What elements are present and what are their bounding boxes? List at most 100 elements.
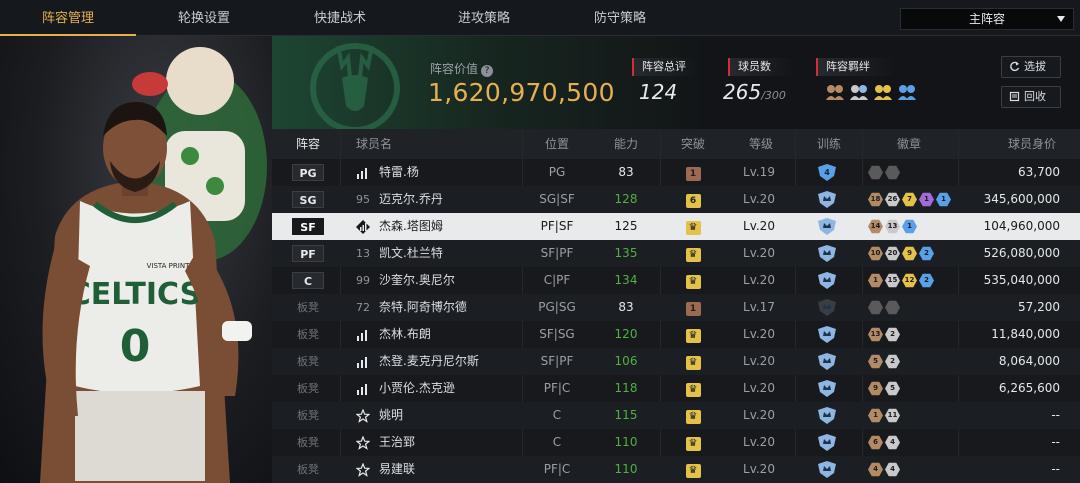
table-row[interactable]: SG 95 迈克尔.乔丹 SG|SF 128 6 Lv.20 18 26 7 1 1 345,600,0…	[272, 186, 1080, 213]
training-shield-icon	[817, 240, 841, 267]
training-shield-icon	[817, 456, 841, 483]
crown-icon: ♛	[685, 437, 701, 451]
col-player-value[interactable]: 球员身价	[1008, 129, 1056, 159]
badge-hex-icon: 2	[885, 354, 900, 369]
lineup-slot[interactable]: C	[290, 267, 326, 294]
lineup-slot[interactable]: 板凳	[290, 402, 326, 429]
badge-hex-icon: 4	[885, 435, 900, 450]
col-lineup[interactable]: 阵容	[296, 129, 320, 159]
overall-value: 124	[639, 80, 678, 104]
badge-list: 1 15 12 2	[868, 267, 968, 294]
player-position: PG	[548, 165, 566, 179]
player-rating: 110	[614, 462, 638, 476]
recycle-button-label: 回收	[1024, 90, 1046, 103]
scout-button[interactable]: 选拔	[1001, 56, 1061, 78]
svg-text:4: 4	[824, 168, 830, 177]
table-row[interactable]: SF 杰森.塔图姆 PF|SF 125 ♛ Lv.20 14 13 1 104,960,000	[272, 213, 1080, 240]
badge-list: 13 2	[868, 321, 968, 348]
table-row[interactable]: 板凳 72 奈特.阿奇博尔德 PG|SG 83 1 Lv.17 57,200	[272, 294, 1080, 321]
training-shield-icon	[817, 429, 841, 456]
tab-offense-strategy[interactable]: 进攻策略	[416, 0, 552, 36]
lineup-slot[interactable]: SF	[290, 213, 326, 240]
breakthrough-badge: ♛	[678, 375, 708, 402]
player-rating: 135	[614, 246, 638, 260]
crown-icon: ♛	[685, 329, 701, 343]
tab-quick-tactics[interactable]: 快捷战术	[272, 0, 408, 36]
badge-hex-icon: 6	[868, 435, 883, 450]
lineup-slot[interactable]: 板凳	[290, 429, 326, 456]
col-badges[interactable]: 徽章	[897, 129, 921, 159]
badge-list: 64	[868, 429, 968, 456]
col-player-name[interactable]: 球员名	[356, 129, 392, 159]
player-level: Lv.20	[743, 381, 775, 395]
bond-bronze-icon[interactable]	[824, 82, 846, 104]
recycle-button[interactable]: 回收	[1001, 86, 1061, 108]
badge-list: 95	[868, 375, 968, 402]
table-row[interactable]: C 99 沙奎尔.奥尼尔 C|PF 134 ♛ Lv.20 1 15 12 2 535,040,000	[272, 267, 1080, 294]
badge-hex-icon: 15	[885, 273, 900, 288]
help-icon[interactable]: ?	[481, 65, 494, 77]
bench-label: 板凳	[297, 463, 319, 476]
lineup-slot[interactable]: SG	[290, 186, 326, 213]
bench-label: 板凳	[297, 436, 319, 449]
tab-lineup-management[interactable]: 阵容管理	[0, 0, 136, 36]
col-position[interactable]: 位置	[545, 129, 569, 159]
bench-label: 板凳	[297, 355, 319, 368]
lineup-slot[interactable]: 板凳	[290, 294, 326, 321]
player-rating: 83	[618, 165, 634, 179]
lineup-slot[interactable]: PF	[290, 240, 326, 267]
col-level[interactable]: 等级	[749, 129, 773, 159]
badge-hex-icon: 13	[885, 219, 900, 234]
bond-silver-icon[interactable]	[848, 82, 870, 104]
player-name: 小贾伦.杰克逊	[379, 381, 455, 395]
player-name: 易建联	[379, 462, 416, 476]
top-nav: 阵容管理 轮换设置 快捷战术 进攻策略 防守策略 主阵容	[0, 0, 1080, 36]
player-name: 杰登.麦克丹尼尔斯	[379, 354, 479, 368]
players-count: 265/300	[723, 80, 786, 104]
signal-bars-icon	[356, 321, 372, 348]
breakthrough-level: 6	[685, 194, 701, 208]
bond-blue-icon[interactable]	[896, 82, 918, 104]
lineup-value-label: 阵容价值?	[430, 60, 494, 77]
lineup-dropdown[interactable]: 主阵容	[900, 8, 1074, 30]
scout-button-label: 选拔	[1024, 60, 1046, 73]
table-row[interactable]: 板凳 杰林.布朗 SF|SG 120 ♛ Lv.20 13 2 11,840,000	[272, 321, 1080, 348]
badge-hex-icon: 18	[868, 192, 883, 207]
badge-hex-icon: 26	[885, 192, 900, 207]
lineup-slot[interactable]: 板凳	[290, 321, 326, 348]
table-row[interactable]: 板凳 王治郅 C 110 ♛ Lv.20 6 4 --	[272, 429, 1080, 456]
player-level: Lv.20	[743, 246, 775, 260]
table-row[interactable]: 板凳 易建联 PF|C 110 ♛ Lv.20 4 4 --	[272, 456, 1080, 483]
bond-gold-icon[interactable]	[872, 82, 894, 104]
col-training[interactable]: 训练	[817, 129, 841, 159]
player-level: Lv.20	[743, 408, 775, 422]
lineup-slot[interactable]: 板凳	[290, 348, 326, 375]
bench-label: 板凳	[297, 328, 319, 341]
player-position: SG|SF	[539, 192, 575, 206]
lineup-slot[interactable]: PG	[290, 159, 326, 186]
player-position: PG|SG	[538, 300, 576, 314]
table-row[interactable]: 板凳 杰登.麦克丹尼尔斯 SF|PF 106 ♛ Lv.20 5 2 8,064,000	[272, 348, 1080, 375]
table-row[interactable]: PF 13 凯文.杜兰特 SF|PF 135 ♛ Lv.20 10 20 9 2 526,080,00…	[272, 240, 1080, 267]
diamond-rank-icon	[356, 213, 372, 240]
crown-icon: ♛	[685, 410, 701, 424]
lineup-slot[interactable]: 板凳	[290, 456, 326, 483]
lineup-header: 阵容价值? 1,620,970,500 阵容总评 124 球员数 265/300…	[272, 36, 1080, 129]
player-rating: 115	[614, 408, 638, 422]
jersey-sponsor: VISTA PRINT	[147, 262, 190, 270]
slot-badge: SG	[292, 191, 324, 208]
tab-defense-strategy[interactable]: 防守策略	[552, 0, 688, 36]
table-row[interactable]: 板凳 小贾伦.杰克逊 PF|C 118 ♛ Lv.20 9 5 6,265,600	[272, 375, 1080, 402]
breakthrough-badge: ♛	[678, 456, 708, 483]
lineup-slot[interactable]: 板凳	[290, 375, 326, 402]
badge-hex-icon: 5	[885, 381, 900, 396]
col-rating[interactable]: 能力	[614, 129, 638, 159]
badge-hex-icon: 4	[868, 462, 883, 477]
bonds-label: 阵容羁绊	[816, 58, 896, 76]
badge-hex-icon: 2	[885, 327, 900, 342]
table-row[interactable]: PG 特雷.杨 PG 83 1 Lv.19 4 63,700	[272, 159, 1080, 186]
col-breakthrough[interactable]: 突破	[681, 129, 705, 159]
training-shield-icon	[817, 294, 841, 321]
tab-rotation-settings[interactable]: 轮换设置	[136, 0, 272, 36]
table-row[interactable]: 板凳 姚明 C 115 ♛ Lv.20 1 11 --	[272, 402, 1080, 429]
